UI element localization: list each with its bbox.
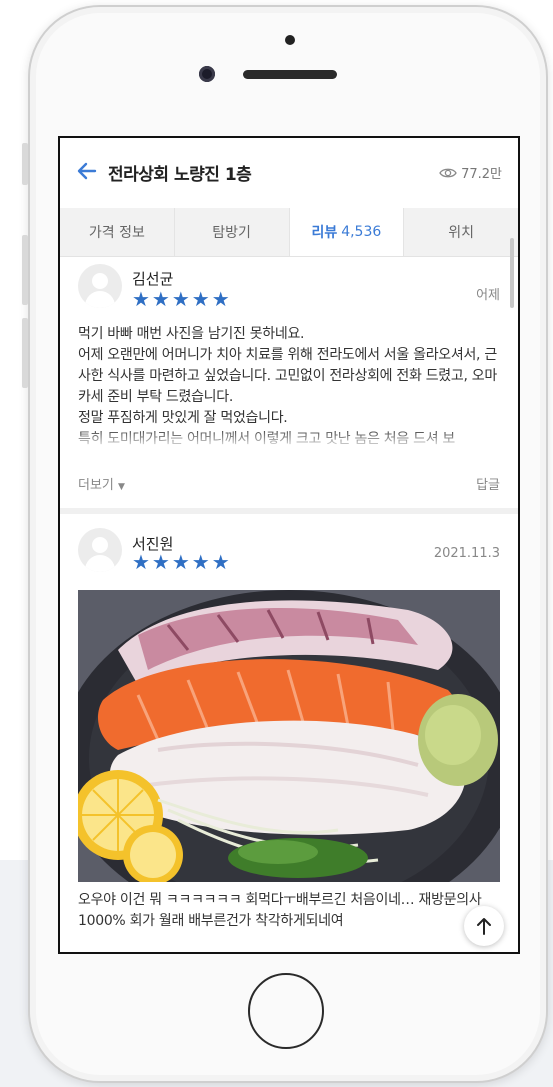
tab-reviews[interactable]: 리뷰 4,536 [289,208,405,256]
page-title: 전라상회 노량진 1층 [108,165,252,185]
app-screen: 전라상회 노량진 1층 77.2만 가격 정보 탐방기 리뷰 4,536 위치 김… [58,136,520,954]
view-count-value: 77.2만 [461,167,502,182]
tab-reviews-count: 4,536 [341,224,382,240]
review-date: 어제 [476,288,500,303]
phone-volume-up [22,235,28,305]
avatar [78,528,122,572]
review-text: 오우야 이건 뭐 ㅋㅋㅋㅋㅋㅋ 회먹다ㅜ배부르긴 처음이네… 재방문의사1000… [78,892,482,929]
arrow-up-icon [477,918,491,935]
more-link[interactable]: 더보기 ▼ [78,474,125,493]
scrollbar[interactable] [510,238,514,308]
arrow-left-icon[interactable] [76,160,98,182]
reply-link[interactable]: 답글 [476,474,500,493]
sashimi-photo-image [78,590,500,882]
tab-bar: 가격 정보 탐방기 리뷰 4,536 위치 [60,208,518,257]
phone-mute-switch [22,143,28,185]
phone-home-button[interactable] [248,973,324,1049]
star-rating: ★★★★★ [132,287,232,311]
phone-camera [199,66,215,82]
text-fade [60,428,518,450]
tab-location[interactable]: 위치 [404,208,518,256]
avatar [78,264,122,308]
tab-visit-log[interactable]: 탐방기 [175,208,290,256]
more-link-label: 더보기 [78,478,114,493]
eye-icon [439,168,457,177]
tab-visit-log-label: 탐방기 [212,225,251,241]
phone-volume-down [22,318,28,388]
tab-reviews-label: 리뷰 [311,225,338,241]
review-divider [60,508,518,514]
header: 전라상회 노량진 1층 77.2만 [60,138,518,208]
star-rating: ★★★★★ [132,550,232,574]
tab-price-info[interactable]: 가격 정보 [60,208,175,256]
phone-sensor [285,35,295,45]
review-photo[interactable] [78,590,500,882]
phone-speaker [243,70,337,79]
caret-down-icon: ▼ [118,482,125,492]
review-date: 2021.11.3 [433,546,500,561]
tab-price-info-label: 가격 정보 [88,225,145,241]
reviewer-name: 김선균 [132,270,174,288]
scroll-top-button[interactable] [464,906,504,946]
tab-location-label: 위치 [448,225,474,241]
view-count: 77.2만 [439,163,502,182]
